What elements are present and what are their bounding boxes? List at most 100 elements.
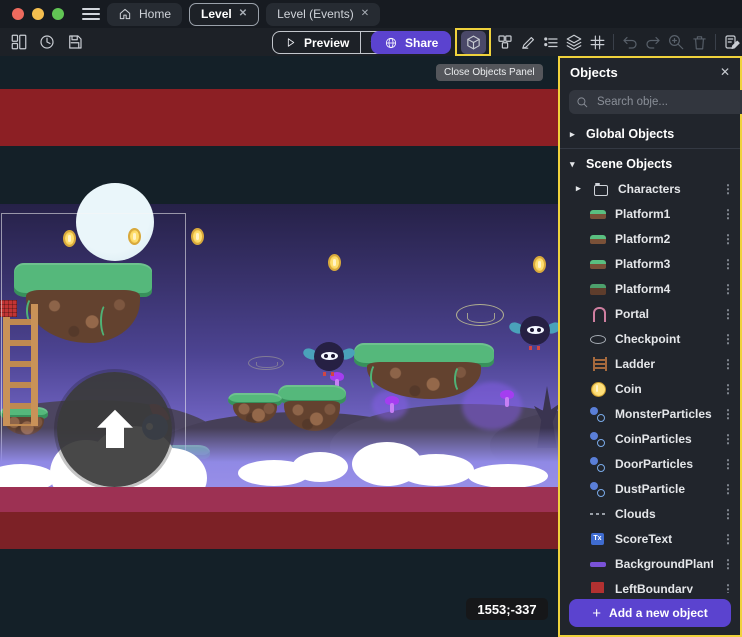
object-item[interactable]: MonsterParticles bbox=[560, 401, 740, 426]
platform-sprite[interactable] bbox=[278, 385, 346, 431]
tab-label: Home bbox=[139, 7, 171, 21]
object-item[interactable]: Platform2 bbox=[560, 226, 740, 251]
tab-level[interactable]: Level ✕ bbox=[189, 3, 259, 26]
object-item[interactable]: BackgroundPlants bbox=[560, 551, 740, 576]
project-notes-icon[interactable] bbox=[723, 33, 741, 51]
coin-sprite[interactable] bbox=[328, 254, 341, 271]
monster-sprite[interactable] bbox=[306, 342, 352, 376]
object-item[interactable]: Ladder bbox=[560, 351, 740, 376]
divider bbox=[560, 148, 740, 149]
object-item[interactable]: CoinParticles bbox=[560, 426, 740, 451]
minimize-window-button[interactable] bbox=[32, 8, 44, 20]
object-thumbnail-icon bbox=[590, 581, 606, 594]
instances-list-icon[interactable] bbox=[542, 33, 560, 51]
history-icon[interactable] bbox=[38, 33, 56, 51]
play-icon bbox=[284, 36, 297, 49]
close-panel-icon[interactable]: ✕ bbox=[720, 65, 730, 79]
search-input[interactable] bbox=[595, 95, 742, 109]
close-tab-icon[interactable]: ✕ bbox=[361, 9, 369, 19]
undo-icon[interactable] bbox=[621, 33, 639, 51]
object-item[interactable]: Coin bbox=[560, 376, 740, 401]
tab-level-events[interactable]: Level (Events) ✕ bbox=[266, 3, 380, 26]
objects-panel-button[interactable] bbox=[461, 31, 486, 54]
zoom-in-icon[interactable] bbox=[667, 33, 685, 51]
jump-control-sprite[interactable] bbox=[57, 372, 172, 487]
coin-sprite[interactable] bbox=[128, 228, 141, 245]
object-thumbnail-icon bbox=[590, 256, 606, 272]
item-menu-icon[interactable] bbox=[722, 457, 732, 471]
object-label: Checkpoint bbox=[615, 332, 713, 346]
share-button[interactable]: Share bbox=[371, 31, 451, 54]
section-global-objects[interactable]: ▸ Global Objects bbox=[560, 122, 740, 146]
object-item[interactable]: Portal bbox=[560, 301, 740, 326]
pencil-icon[interactable] bbox=[519, 33, 537, 51]
layers-icon[interactable] bbox=[565, 33, 583, 51]
platform-sprite[interactable] bbox=[228, 393, 282, 423]
item-menu-icon[interactable] bbox=[722, 232, 732, 246]
object-groups-icon[interactable] bbox=[496, 33, 514, 51]
item-menu-icon[interactable] bbox=[722, 357, 732, 371]
item-menu-icon[interactable] bbox=[722, 432, 732, 446]
menu-icon[interactable] bbox=[82, 8, 100, 20]
object-item[interactable]: Checkpoint bbox=[560, 326, 740, 351]
object-item[interactable]: Clouds bbox=[560, 501, 740, 526]
coin-sprite[interactable] bbox=[63, 230, 76, 247]
object-label: Portal bbox=[615, 307, 713, 321]
item-menu-icon[interactable] bbox=[722, 307, 732, 321]
item-menu-icon[interactable] bbox=[722, 557, 732, 571]
cloud-sprite[interactable] bbox=[398, 454, 474, 486]
trash-icon[interactable] bbox=[690, 33, 708, 51]
preview-button[interactable]: Preview bbox=[273, 32, 360, 53]
coin-sprite[interactable] bbox=[191, 228, 204, 245]
save-icon[interactable] bbox=[66, 33, 84, 51]
coin-sprite[interactable] bbox=[533, 256, 546, 273]
object-thumbnail-icon bbox=[590, 356, 606, 372]
add-button-label: Add a new object bbox=[609, 606, 708, 620]
platform-sprite[interactable] bbox=[354, 343, 494, 399]
object-label: MonsterParticles bbox=[615, 407, 713, 421]
object-label: Characters bbox=[618, 182, 713, 196]
object-item[interactable]: DoorParticles bbox=[560, 451, 740, 476]
caret-right-icon[interactable]: ▸ bbox=[576, 183, 584, 194]
object-label: DustParticle bbox=[615, 482, 713, 496]
item-menu-icon[interactable] bbox=[722, 332, 732, 346]
item-menu-icon[interactable] bbox=[722, 282, 732, 296]
add-new-object-button[interactable]: + Add a new object bbox=[569, 599, 731, 627]
tab-home[interactable]: Home bbox=[107, 3, 182, 26]
section-scene-objects[interactable]: ▾ Scene Objects bbox=[560, 152, 740, 176]
redo-icon[interactable] bbox=[644, 33, 662, 51]
object-item[interactable]: DustParticle bbox=[560, 476, 740, 501]
close-window-button[interactable] bbox=[12, 8, 24, 20]
toolbar: Preview Share bbox=[0, 28, 742, 56]
item-menu-icon[interactable] bbox=[722, 582, 732, 594]
monster-sprite[interactable] bbox=[512, 316, 558, 350]
object-thumbnail-icon bbox=[590, 281, 606, 297]
object-item[interactable]: Platform4 bbox=[560, 276, 740, 301]
close-tab-icon[interactable]: ✕ bbox=[239, 9, 247, 19]
maximize-window-button[interactable] bbox=[52, 8, 64, 20]
cloud-sprite[interactable] bbox=[468, 464, 548, 488]
item-menu-icon[interactable] bbox=[722, 257, 732, 271]
outline-sketch bbox=[248, 356, 284, 370]
object-label: Clouds bbox=[615, 507, 713, 521]
object-item[interactable]: Platform1 bbox=[560, 201, 740, 226]
item-menu-icon[interactable] bbox=[722, 532, 732, 546]
panels-icon[interactable] bbox=[10, 33, 28, 51]
item-menu-icon[interactable] bbox=[722, 182, 732, 196]
objects-panel: Objects ✕ ▸ Global Objects ▾ Scene Objec… bbox=[558, 56, 742, 637]
object-item[interactable]: LeftBoundary bbox=[560, 576, 740, 593]
plus-icon: + bbox=[592, 606, 601, 621]
item-menu-icon[interactable] bbox=[722, 207, 732, 221]
background-mushroom bbox=[500, 390, 514, 407]
item-menu-icon[interactable] bbox=[722, 507, 732, 521]
object-item-folder[interactable]: ▸ Characters bbox=[560, 176, 740, 201]
item-menu-icon[interactable] bbox=[722, 482, 732, 496]
item-menu-icon[interactable] bbox=[722, 382, 732, 396]
cloud-sprite[interactable] bbox=[292, 452, 348, 482]
object-label: Platform2 bbox=[615, 232, 713, 246]
object-item[interactable]: ScoreText bbox=[560, 526, 740, 551]
grid-icon[interactable] bbox=[588, 33, 606, 51]
item-menu-icon[interactable] bbox=[722, 407, 732, 421]
object-label: Coin bbox=[615, 382, 713, 396]
object-item[interactable]: Platform3 bbox=[560, 251, 740, 276]
